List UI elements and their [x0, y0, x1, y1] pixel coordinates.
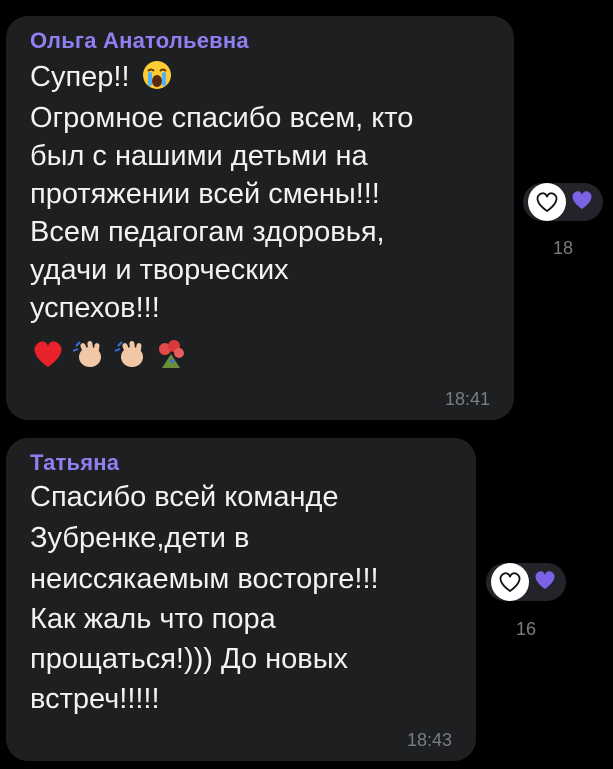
message-line: Огромное спасибо всем, кто [30, 102, 414, 134]
red-heart-icon [32, 339, 64, 374]
message-bubble[interactable]: Ольга Анатольевна Супер!! Огромное спаси… [6, 16, 514, 420]
reaction-count: 16 [515, 619, 537, 639]
heart-outline-button[interactable] [491, 563, 529, 601]
purple-heart-icon[interactable] [533, 569, 557, 596]
reaction-bar [523, 183, 603, 221]
reaction-count: 18 [552, 238, 574, 258]
message-line: Всем педагогам здоровья, [30, 216, 385, 248]
message-time: 18:43 [406, 730, 452, 750]
message-line: Зубренке,дети в [30, 522, 250, 554]
bouquet-icon [154, 338, 188, 375]
message-line: неиссякаемым восторге!!! [30, 563, 379, 595]
message-line: Супер!! [30, 60, 172, 98]
sender-name[interactable]: Ольга Анатольевна [30, 28, 249, 54]
message-bubble[interactable]: Татьяна Спасибо всей команде Зубренке,де… [6, 438, 476, 761]
reaction-bar [486, 563, 566, 601]
message-line: удачи и творческих [30, 254, 289, 286]
message-line: Спасибо всей команде [30, 481, 339, 513]
message-line: был с нашими детьми на [30, 140, 368, 172]
sender-name[interactable]: Татьяна [30, 450, 119, 476]
message-line: протяжении всей смены!!! [30, 178, 380, 210]
message-time: 18:41 [444, 389, 490, 409]
heart-outline-icon [536, 192, 558, 213]
message-line: встреч!!!!! [30, 683, 160, 715]
message-line: успехов!!! [30, 292, 160, 324]
waving-hand-icon [112, 338, 148, 375]
emoji-row [32, 338, 188, 375]
waving-hand-icon [70, 338, 106, 375]
loudly-crying-face-icon [142, 60, 172, 98]
heart-outline-button[interactable] [528, 183, 566, 221]
purple-heart-icon[interactable] [570, 189, 594, 216]
message-line: прощаться!))) До новых [30, 643, 349, 675]
message-line: Как жаль что пора [30, 603, 276, 635]
heart-outline-icon [499, 572, 521, 593]
